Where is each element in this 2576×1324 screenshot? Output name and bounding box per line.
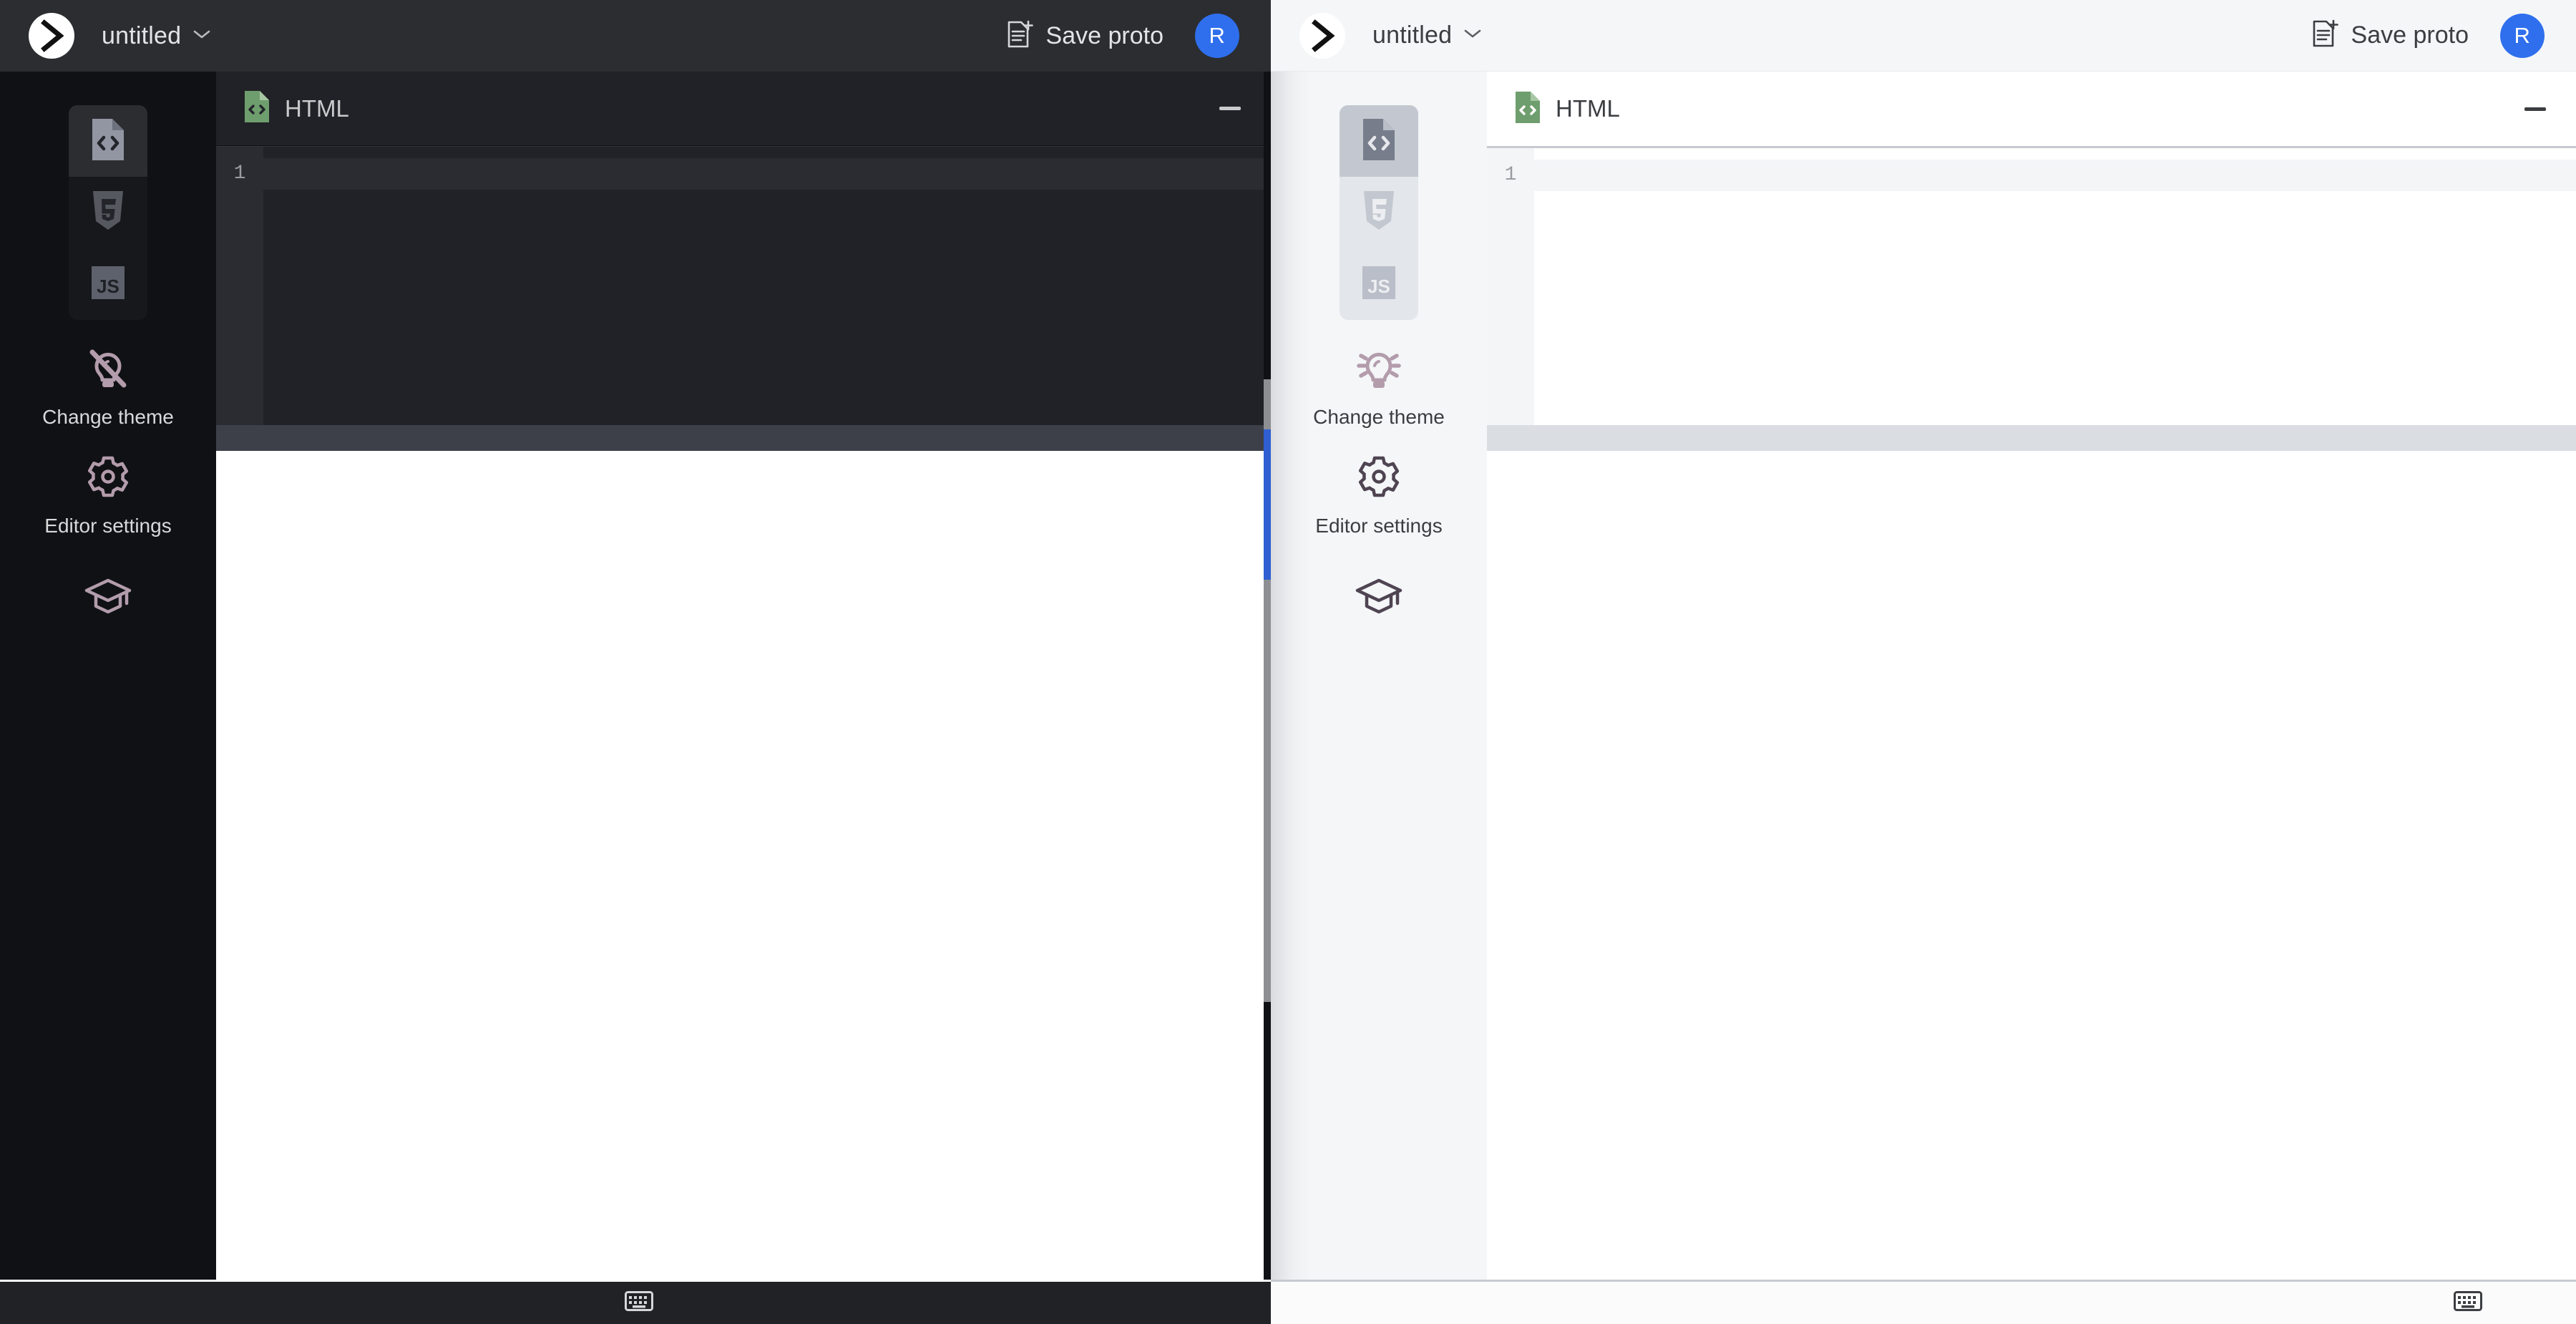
dark-theme-panel: untitled Save proto R JS Change theme Ed…: [0, 0, 1271, 1324]
sidebar-item-css[interactable]: [1340, 177, 1418, 248]
css3-icon: [90, 190, 126, 236]
dark-topbar-actions: Save proto R: [999, 14, 1239, 58]
user-avatar[interactable]: R: [1195, 14, 1239, 58]
sidebar-item-html[interactable]: [1340, 105, 1418, 177]
document-title: untitled: [102, 21, 182, 49]
light-editor-column: HTML 1: [1487, 72, 2576, 1280]
keyboard-shortcut-button[interactable]: [531, 1291, 747, 1315]
dark-body: JS Change theme Editor settings HTML 1: [0, 72, 1271, 1280]
javascript-icon: JS: [90, 265, 126, 304]
document-title-dropdown[interactable]: untitled: [1372, 21, 1482, 49]
light-theme-panel: untitled Save proto R JS Change theme Ed…: [1271, 0, 2576, 1324]
dark-sidebar: JS Change theme Editor settings: [0, 72, 216, 1280]
save-proto-label: Save proto: [2351, 21, 2469, 49]
editor-preview-drag-handle[interactable]: [1487, 425, 2576, 451]
editor-scrollbar[interactable]: [1264, 72, 1271, 1280]
html-file-icon: [1514, 91, 1541, 127]
html-editor-label: HTML: [1556, 95, 1620, 122]
code-line: [1534, 160, 2576, 191]
chevron-right-logo-icon: [37, 19, 66, 53]
change-theme-button[interactable]: Change theme: [1271, 344, 1487, 429]
document-title-dropdown[interactable]: untitled: [102, 22, 211, 50]
graduation-cap-icon: [0, 570, 216, 620]
editor-settings-button[interactable]: Editor settings: [1271, 453, 1487, 537]
javascript-icon: JS: [1361, 265, 1397, 304]
minimize-icon[interactable]: [2524, 107, 2546, 111]
html-editor-header: HTML: [1487, 72, 2576, 146]
preview-pane: [216, 451, 1271, 1280]
html-file-icon: [1361, 117, 1397, 165]
light-topbar-actions: Save proto R: [2304, 13, 2545, 58]
language-switcher: JS: [1340, 105, 1418, 320]
line-number-gutter: 1: [216, 147, 263, 425]
gear-icon: [1271, 453, 1487, 503]
user-avatar[interactable]: R: [2500, 13, 2545, 58]
save-proto-button[interactable]: Save proto: [999, 16, 1171, 57]
document-title: untitled: [1372, 21, 1453, 49]
minimize-icon[interactable]: [1219, 107, 1241, 110]
lightbulb-off-icon: [0, 344, 216, 394]
editor-preview-drag-handle[interactable]: [216, 425, 1271, 451]
language-switcher: JS: [69, 105, 147, 320]
preview-pane: [1487, 451, 2576, 1280]
dark-topbar: untitled Save proto R: [0, 0, 1271, 72]
change-theme-label: Change theme: [1313, 406, 1445, 428]
graduation-cap-icon: [1271, 570, 1487, 620]
lightbulb-on-icon: [1271, 344, 1487, 394]
app-logo[interactable]: [29, 13, 74, 59]
line-number: 1: [1504, 164, 1517, 186]
html-file-icon: [90, 117, 126, 165]
keyboard-icon: [625, 1291, 653, 1315]
editor-settings-button[interactable]: Editor settings: [0, 453, 216, 537]
avatar-initial: R: [1209, 23, 1226, 48]
learn-button[interactable]: [0, 570, 216, 620]
svg-text:JS: JS: [1367, 276, 1390, 297]
html-editor-label: HTML: [285, 94, 349, 122]
document-add-icon: [2311, 19, 2338, 52]
chevron-down-icon: [1463, 28, 1482, 43]
code-input[interactable]: [263, 147, 1271, 425]
html-code-area[interactable]: 1: [216, 146, 1271, 425]
keyboard-shortcut-button[interactable]: [2360, 1291, 2576, 1315]
sidebar-item-css[interactable]: [69, 177, 147, 248]
change-theme-label: Change theme: [42, 406, 174, 428]
save-proto-label: Save proto: [1045, 21, 1163, 49]
editor-settings-label: Editor settings: [44, 515, 172, 537]
sidebar-item-js[interactable]: JS: [1340, 248, 1418, 320]
avatar-initial: R: [2514, 22, 2531, 48]
chevron-down-icon: [192, 29, 211, 44]
line-number-gutter: 1: [1487, 148, 1534, 425]
html-file-icon: [243, 90, 270, 127]
save-proto-button[interactable]: Save proto: [2304, 15, 2476, 56]
sidebar-item-html[interactable]: [69, 105, 147, 177]
css3-icon: [1361, 190, 1397, 236]
light-sidebar: JS Change theme Editor settings: [1271, 72, 1487, 1280]
light-bottom-bar: [1271, 1280, 2576, 1324]
light-body: JS Change theme Editor settings HTML 1: [1271, 72, 2576, 1280]
editor-settings-label: Editor settings: [1315, 515, 1443, 537]
svg-text:JS: JS: [97, 276, 119, 297]
app-logo[interactable]: [1299, 12, 1345, 59]
html-editor-header: HTML: [216, 72, 1271, 146]
theme-comparison-screen: untitled Save proto R JS Change theme Ed…: [0, 0, 2576, 1324]
html-code-area[interactable]: 1: [1487, 146, 2576, 425]
light-topbar: untitled Save proto R: [1271, 0, 2576, 72]
dark-editor-column: HTML 1: [216, 72, 1271, 1280]
chevron-right-logo-icon: [1308, 19, 1337, 53]
code-line: [263, 158, 1271, 190]
line-number: 1: [233, 162, 246, 185]
document-add-icon: [1006, 20, 1033, 52]
sidebar-item-js[interactable]: JS: [69, 248, 147, 320]
keyboard-icon: [2454, 1291, 2482, 1315]
dark-bottom-bar: [0, 1280, 1271, 1324]
gear-icon: [0, 453, 216, 503]
change-theme-button[interactable]: Change theme: [0, 344, 216, 429]
code-input[interactable]: [1534, 148, 2576, 425]
learn-button[interactable]: [1271, 570, 1487, 620]
